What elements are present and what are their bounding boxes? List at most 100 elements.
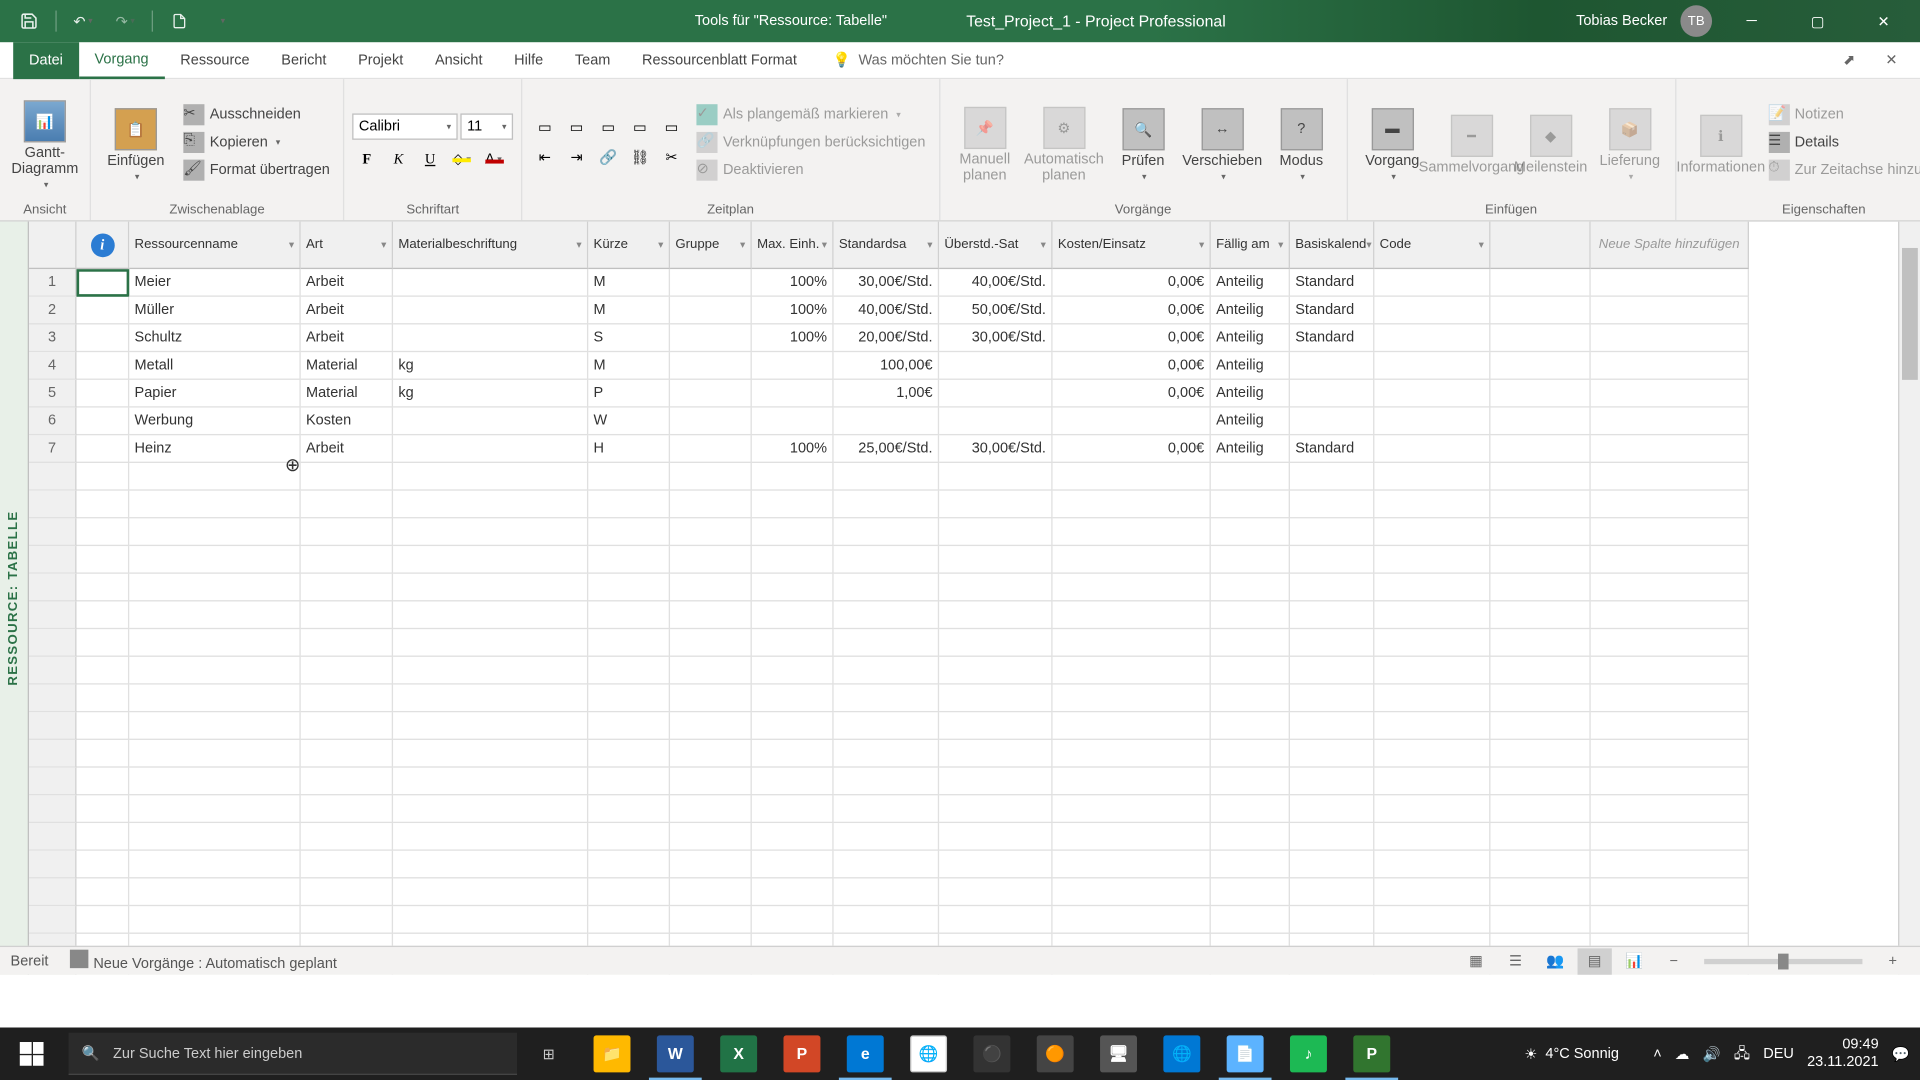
tray-volume[interactable]: 🔊 [1703, 1045, 1721, 1062]
empty-cell[interactable] [1290, 878, 1374, 906]
empty-cell[interactable] [301, 657, 393, 685]
empty-cell[interactable] [393, 878, 588, 906]
header-blank[interactable] [1490, 222, 1590, 269]
type-cell[interactable]: Material [301, 380, 393, 408]
empty-cell[interactable] [834, 657, 940, 685]
empty-cell[interactable] [1211, 546, 1290, 574]
empty-cell[interactable] [752, 574, 834, 602]
empty-cell[interactable] [939, 491, 1052, 519]
empty-cell[interactable] [77, 463, 130, 491]
empty-cell[interactable] [939, 518, 1052, 546]
type-cell[interactable]: Arbeit [301, 324, 393, 352]
empty-cell[interactable] [588, 878, 670, 906]
empty-cell[interactable] [77, 657, 130, 685]
empty-cell[interactable] [752, 546, 834, 574]
newcol-cell[interactable] [1591, 269, 1749, 297]
empty-cell[interactable] [670, 851, 752, 879]
empty-cell[interactable] [670, 463, 752, 491]
close-button[interactable]: ✕ [1857, 0, 1910, 42]
empty-cell[interactable] [1374, 906, 1490, 934]
accrue-cell[interactable]: Anteilig [1211, 297, 1290, 325]
calendar-cell[interactable]: Standard [1290, 435, 1374, 463]
empty-cell[interactable] [939, 740, 1052, 768]
empty-cell[interactable] [1490, 491, 1590, 519]
header-new-col[interactable]: Neue Spalte hinzufügen [1591, 222, 1749, 269]
empty-cell[interactable] [670, 768, 752, 796]
row-number[interactable]: 2 [29, 297, 76, 325]
blank-cell[interactable] [1490, 269, 1590, 297]
row-number[interactable] [29, 518, 76, 546]
empty-cell[interactable] [588, 740, 670, 768]
empty-cell[interactable] [1053, 768, 1211, 796]
empty-cell[interactable] [752, 740, 834, 768]
empty-cell[interactable] [1591, 823, 1749, 851]
tray-network[interactable]: 🖧 [1734, 1041, 1750, 1066]
empty-cell[interactable] [1211, 518, 1290, 546]
row-number[interactable] [29, 851, 76, 879]
empty-cell[interactable] [1211, 574, 1290, 602]
empty-cell[interactable] [939, 878, 1052, 906]
initials-cell[interactable]: H [588, 435, 670, 463]
empty-cell[interactable] [1290, 685, 1374, 713]
blank-cell[interactable] [1490, 352, 1590, 380]
empty-cell[interactable] [1211, 629, 1290, 657]
view-team[interactable]: 👥 [1538, 948, 1572, 974]
row-number[interactable] [29, 823, 76, 851]
empty-cell[interactable] [301, 491, 393, 519]
empty-cell[interactable] [1374, 851, 1490, 879]
font-color-button[interactable]: A▾ [479, 146, 508, 172]
excel-button[interactable]: X [707, 1028, 770, 1080]
empty-cell[interactable] [1374, 463, 1490, 491]
row-number[interactable]: 5 [29, 380, 76, 408]
group-cell[interactable] [670, 352, 752, 380]
empty-cell[interactable] [129, 795, 300, 823]
empty-cell[interactable] [670, 878, 752, 906]
empty-cell[interactable] [129, 878, 300, 906]
empty-cell[interactable] [1374, 823, 1490, 851]
material-cell[interactable] [393, 324, 588, 352]
row-number[interactable]: 1 [29, 269, 76, 297]
blank-cell[interactable] [1490, 380, 1590, 408]
cost-cell[interactable]: 0,00€ [1053, 269, 1211, 297]
empty-cell[interactable] [77, 851, 130, 879]
row-number[interactable] [29, 685, 76, 713]
indicator-cell[interactable] [77, 297, 130, 325]
indicator-cell[interactable] [77, 435, 130, 463]
empty-cell[interactable] [834, 740, 940, 768]
empty-cell[interactable] [129, 823, 300, 851]
header-cost[interactable]: Kosten/Einsatz▾ [1053, 222, 1211, 269]
empty-cell[interactable] [752, 712, 834, 740]
name-cell[interactable]: Müller [129, 297, 300, 325]
empty-cell[interactable] [301, 685, 393, 713]
ovtrate-cell[interactable] [939, 352, 1052, 380]
max-cell[interactable] [752, 380, 834, 408]
newcol-cell[interactable] [1591, 352, 1749, 380]
empty-cell[interactable] [77, 574, 130, 602]
stdrate-cell[interactable]: 25,00€/Std. [834, 435, 940, 463]
empty-cell[interactable] [670, 491, 752, 519]
tab-view[interactable]: Ansicht [419, 42, 498, 79]
empty-cell[interactable] [670, 712, 752, 740]
code-cell[interactable] [1374, 269, 1490, 297]
empty-cell[interactable] [77, 546, 130, 574]
bold-button[interactable]: F [352, 146, 381, 172]
zoom-slider[interactable] [1704, 958, 1862, 963]
empty-cell[interactable] [1053, 878, 1211, 906]
initials-cell[interactable]: W [588, 408, 670, 436]
fill-color-button[interactable]: ◇▾ [447, 146, 476, 172]
ovtrate-cell[interactable] [939, 408, 1052, 436]
empty-cell[interactable] [1053, 823, 1211, 851]
maximize-button[interactable]: ▢ [1791, 0, 1844, 42]
scrollbar-thumb[interactable] [1902, 248, 1918, 380]
empty-cell[interactable] [670, 823, 752, 851]
tab-project[interactable]: Projekt [342, 42, 419, 79]
empty-cell[interactable] [301, 712, 393, 740]
empty-cell[interactable] [834, 795, 940, 823]
row-number[interactable]: 6 [29, 408, 76, 436]
indicator-cell[interactable] [77, 324, 130, 352]
name-cell[interactable]: Werbung [129, 408, 300, 436]
empty-cell[interactable] [1490, 546, 1590, 574]
qat-customize[interactable]: ▾ [206, 5, 238, 37]
project-button[interactable]: P [1340, 1028, 1403, 1080]
empty-cell[interactable] [588, 574, 670, 602]
